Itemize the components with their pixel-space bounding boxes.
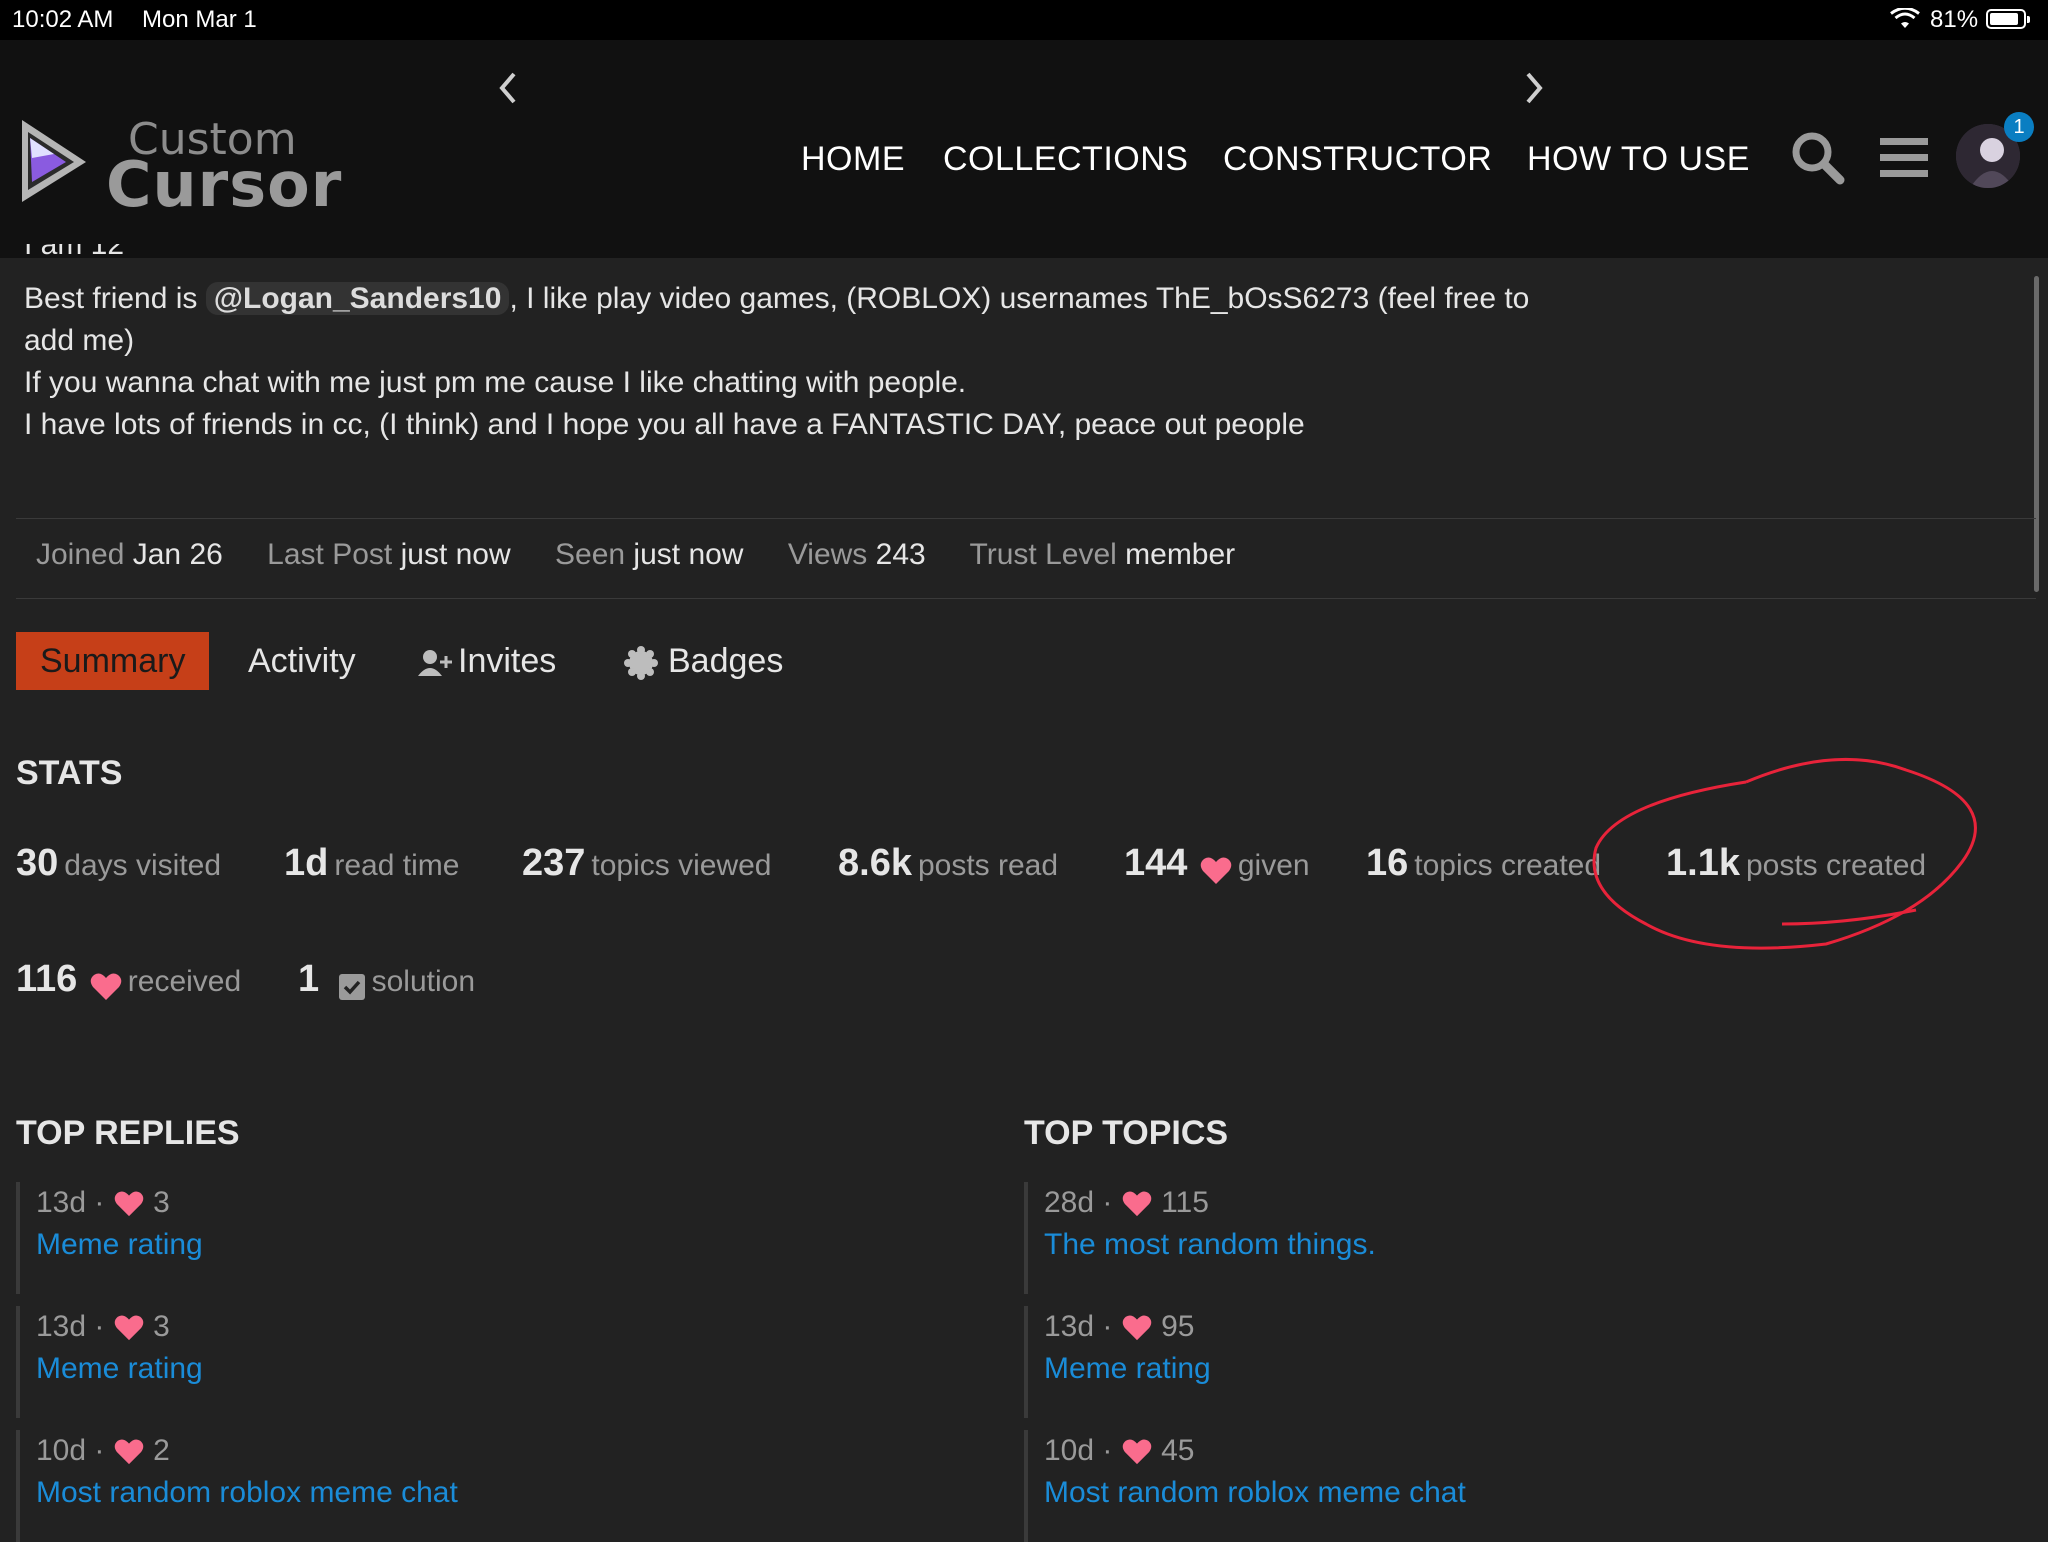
stat-solutions: 1 solution [298, 958, 475, 1000]
checkbox-icon [338, 973, 365, 1000]
user-bio: Best friend is @Logan_Sanders10, I like … [24, 282, 1530, 441]
top-topics-title: TOP TOPICS [1024, 1114, 1229, 1152]
status-bar: 10:02 AM Mon Mar 1 81% [0, 0, 2048, 40]
reply-link[interactable]: Meme rating [36, 1352, 203, 1386]
stat-likes-received: 116 received [16, 958, 242, 1000]
heart-icon [90, 973, 122, 1000]
heart-icon [1122, 1439, 1151, 1465]
nav-home[interactable]: HOME [801, 140, 905, 179]
topic-item: 28d · 115 The most random things. [1024, 1182, 1988, 1294]
battery-percent: 81% [1930, 6, 1979, 33]
stats-title: STATS [16, 754, 123, 792]
forward-arrow-icon[interactable] [1522, 70, 1546, 111]
nav-how-to-use[interactable]: HOW TO USE [1527, 140, 1750, 179]
heart-icon [1122, 1191, 1151, 1217]
notification-badge[interactable]: 1 [2004, 112, 2034, 142]
logo-word-cursor: Cursor [106, 148, 343, 221]
scrollbar[interactable] [2034, 276, 2039, 592]
search-icon[interactable] [1790, 130, 1846, 191]
back-arrow-icon[interactable] [496, 70, 520, 111]
cursor-logo-icon [22, 120, 86, 202]
site-logo[interactable]: Custom Cursor [18, 114, 341, 221]
reply-item: 13d · 3 Meme rating [16, 1306, 980, 1418]
heart-icon [1122, 1315, 1151, 1341]
reply-link[interactable]: Most random roblox meme chat [36, 1476, 458, 1510]
tab-invites[interactable]: Invites [418, 632, 556, 690]
reply-link[interactable]: Meme rating [36, 1228, 203, 1262]
reply-item: 10d · 2 Most random roblox meme chat [16, 1430, 980, 1542]
stat-days-visited: 30 days visited [16, 842, 222, 884]
wifi-icon [1890, 6, 1920, 35]
heart-icon [114, 1191, 143, 1217]
status-date: Mon Mar 1 [142, 6, 257, 33]
stat-likes-given: 144 given [1124, 842, 1310, 884]
status-time: 10:02 AM [12, 6, 114, 33]
heart-icon [1200, 857, 1232, 884]
stat-read-time: 1d read time [284, 842, 460, 884]
bio-cut-line: I am 12 [24, 244, 124, 258]
add-user-icon [418, 650, 452, 677]
hamburger-menu-icon[interactable] [1880, 136, 1928, 185]
stat-topics-viewed: 237 topics viewed [522, 842, 772, 884]
topic-link[interactable]: The most random things. [1044, 1228, 1376, 1262]
topic-link[interactable]: Meme rating [1044, 1352, 1211, 1386]
tab-activity[interactable]: Activity [248, 632, 356, 690]
nav-constructor[interactable]: CONSTRUCTOR [1223, 140, 1492, 179]
topic-item: 10d · 45 Most random roblox meme chat [1024, 1430, 1988, 1542]
stat-posts-read: 8.6k posts read [838, 842, 1059, 884]
topic-link[interactable]: Most random roblox meme chat [1044, 1476, 1466, 1510]
divider [16, 598, 2036, 599]
mention-link[interactable]: @Logan_Sanders10 [205, 282, 510, 315]
reply-item: 13d · 3 Meme rating [16, 1182, 980, 1294]
tab-summary[interactable]: Summary [16, 632, 210, 690]
battery-icon [1986, 9, 2030, 29]
heart-icon [114, 1315, 143, 1341]
tab-badges[interactable]: Badges [624, 632, 783, 690]
user-meta-row: Joined Jan 26 Last Post just now Seen ju… [36, 538, 1236, 571]
annotation-circle [1592, 757, 1977, 950]
badge-certificate-icon [624, 646, 658, 681]
stat-topics-created: 16 topics created [1366, 842, 1602, 884]
heart-icon [114, 1439, 143, 1465]
nav-collections[interactable]: COLLECTIONS [943, 140, 1188, 179]
top-replies-title: TOP REPLIES [16, 1114, 240, 1152]
divider [16, 518, 2036, 519]
topic-item: 13d · 95 Meme rating [1024, 1306, 1988, 1418]
